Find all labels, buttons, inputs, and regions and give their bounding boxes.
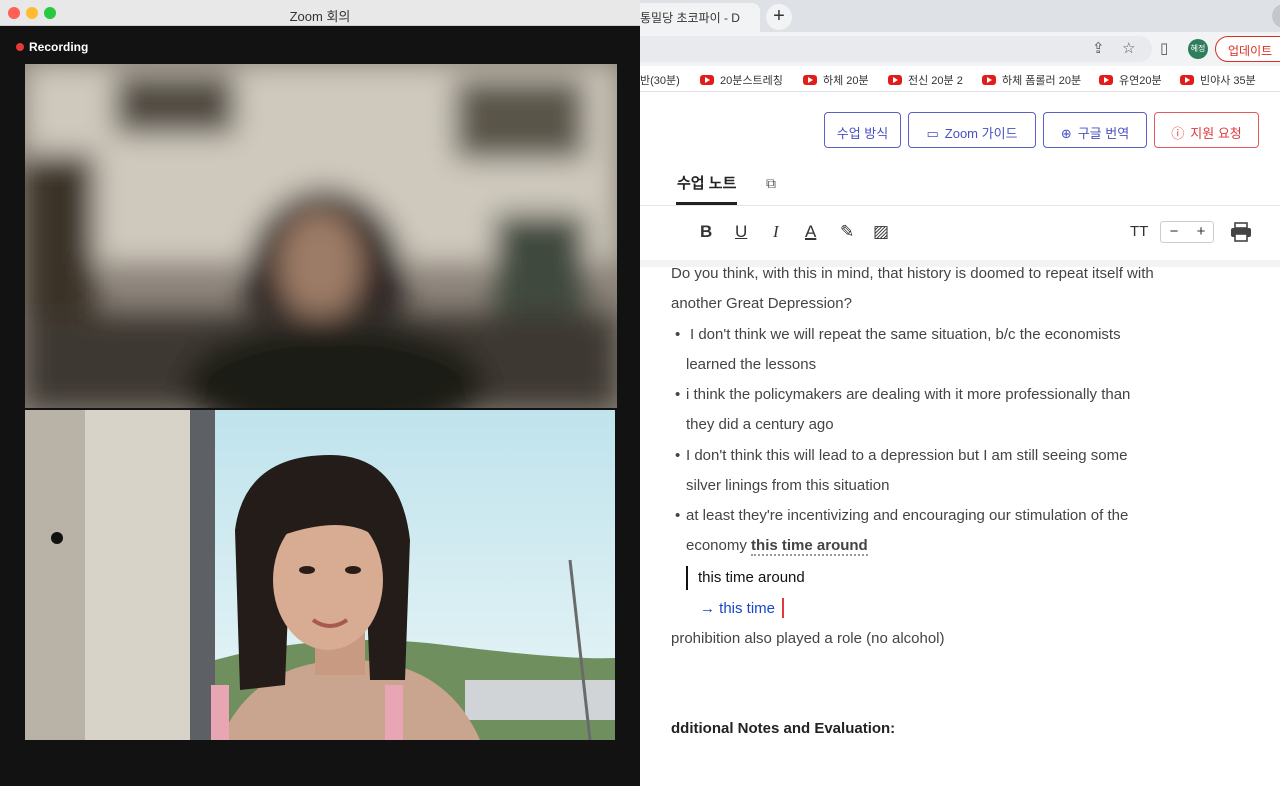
note-line: economy this time around <box>686 537 868 556</box>
support-request-button[interactable]: ⓘ 지원 요청 <box>1154 112 1259 148</box>
bookmark-item[interactable]: 빈야사 35분 <box>1180 72 1256 88</box>
tab-search-button[interactable] <box>1272 4 1280 28</box>
highlight-marker-icon[interactable]: ✎ <box>840 222 854 242</box>
bullet: • <box>675 447 681 464</box>
youtube-icon <box>1099 75 1113 85</box>
participant-video-blurred[interactable] <box>25 64 617 408</box>
insert-image-icon[interactable]: ▨ <box>873 222 889 242</box>
quote-bar <box>686 566 688 590</box>
youtube-icon <box>803 75 817 85</box>
tab-class-notes[interactable]: 수업 노트 <box>677 172 736 193</box>
section-heading: dditional Notes and Evaluation: <box>671 720 896 737</box>
sidebar-icon[interactable]: ▯ <box>1160 39 1168 57</box>
text-color-button[interactable]: A <box>805 222 816 242</box>
tabs-divider <box>640 205 1280 206</box>
screen: 통밀당 초코파이 - D + ⇪ ☆ ▯ 혜정 업데이트 반(30분) 20분스… <box>0 0 1280 786</box>
bullet: • <box>675 326 681 343</box>
note-line: I don't think this will lead to a depres… <box>686 447 1128 464</box>
note-line: another Great Depression? <box>671 295 852 312</box>
update-button[interactable]: 업데이트 <box>1215 36 1280 62</box>
bookmark-item[interactable]: 전신 20분 2 <box>888 72 963 88</box>
recording-dot-icon <box>16 43 24 51</box>
browser-window: 통밀당 초코파이 - D + ⇪ ☆ ▯ 혜정 업데이트 반(30분) 20분스… <box>600 0 1280 786</box>
font-size-stepper: − + <box>1160 221 1214 243</box>
highlighted-phrase[interactable]: this time around <box>751 537 868 556</box>
bookmark-item[interactable]: 하체 폼롤러 20분 <box>982 72 1081 88</box>
youtube-icon <box>700 75 714 85</box>
google-translate-button[interactable]: ⊕ 구글 번역 <box>1043 112 1147 148</box>
bookmark-item[interactable]: 20분스트레칭 <box>700 72 783 88</box>
youtube-icon <box>1180 75 1194 85</box>
star-icon[interactable]: ☆ <box>1122 39 1135 57</box>
class-method-button[interactable]: 수업 방식 <box>824 112 901 148</box>
note-line: they did a century ago <box>686 416 834 433</box>
bullet: • <box>675 507 681 524</box>
bookmark-item[interactable]: 하체 20분 <box>803 72 869 88</box>
self-video[interactable] <box>25 410 615 740</box>
bullet: • <box>675 386 681 403</box>
font-size-icon: TT <box>1130 223 1149 240</box>
youtube-icon <box>982 75 996 85</box>
note-line: prohibition also played a role (no alcoh… <box>671 630 945 647</box>
quoted-phrase: this time around <box>698 569 805 586</box>
zoom-window: Zoom 회의 Recording <box>0 0 640 786</box>
zoom-titlebar: Zoom 회의 <box>0 0 640 26</box>
note-line: I don't think we will repeat the same si… <box>690 326 1121 343</box>
blurred-video-frame <box>25 64 617 408</box>
browser-toolbar: ⇪ ☆ ▯ 혜정 업데이트 <box>600 32 1280 66</box>
note-line: i think the policymakers are dealing wit… <box>686 386 1131 403</box>
correction-text: → this time <box>700 600 776 617</box>
globe-icon: ⊕ <box>1060 126 1072 141</box>
note-line: silver linings from this situation <box>686 477 890 494</box>
decrease-font-button[interactable]: − <box>1161 223 1187 240</box>
note-line: at least they're incentivizing and encou… <box>686 507 1129 524</box>
note-line: Do you think, with this in mind, that hi… <box>671 265 1154 282</box>
increase-font-button[interactable]: + <box>1188 223 1214 240</box>
video-camera-icon: ▭ <box>926 126 939 141</box>
text-cursor <box>782 598 784 618</box>
external-link-icon[interactable]: ⧉ <box>766 175 776 192</box>
recording-indicator: Recording <box>16 40 88 54</box>
zoom-guide-button[interactable]: ▭ Zoom 가이드 <box>908 112 1036 148</box>
tab-title: 통밀당 초코파이 - D <box>640 11 740 25</box>
address-bar[interactable] <box>600 36 1152 62</box>
window-title: Zoom 회의 <box>289 9 351 24</box>
print-icon[interactable] <box>1230 222 1252 242</box>
youtube-icon <box>888 75 902 85</box>
share-icon[interactable]: ⇪ <box>1092 39 1105 57</box>
bookmark-item[interactable]: 유연20분 <box>1099 72 1162 88</box>
underline-button[interactable]: U <box>735 222 747 242</box>
self-video-frame <box>25 410 615 740</box>
note-line: learned the lessons <box>686 356 817 373</box>
bookmarks-bar: 반(30분) 20분스트레칭 하체 20분 전신 20분 2 하체 폼롤러 20… <box>600 66 1280 92</box>
italic-button[interactable]: I <box>773 222 779 242</box>
bookmark-item[interactable]: 반(30분) <box>640 72 680 88</box>
bold-button[interactable]: B <box>700 222 712 242</box>
info-icon: ⓘ <box>1171 126 1185 141</box>
profile-avatar[interactable]: 혜정 <box>1188 39 1208 59</box>
tab-strip: 통밀당 초코파이 - D + <box>600 0 1280 32</box>
new-tab-button[interactable]: + <box>766 4 792 30</box>
